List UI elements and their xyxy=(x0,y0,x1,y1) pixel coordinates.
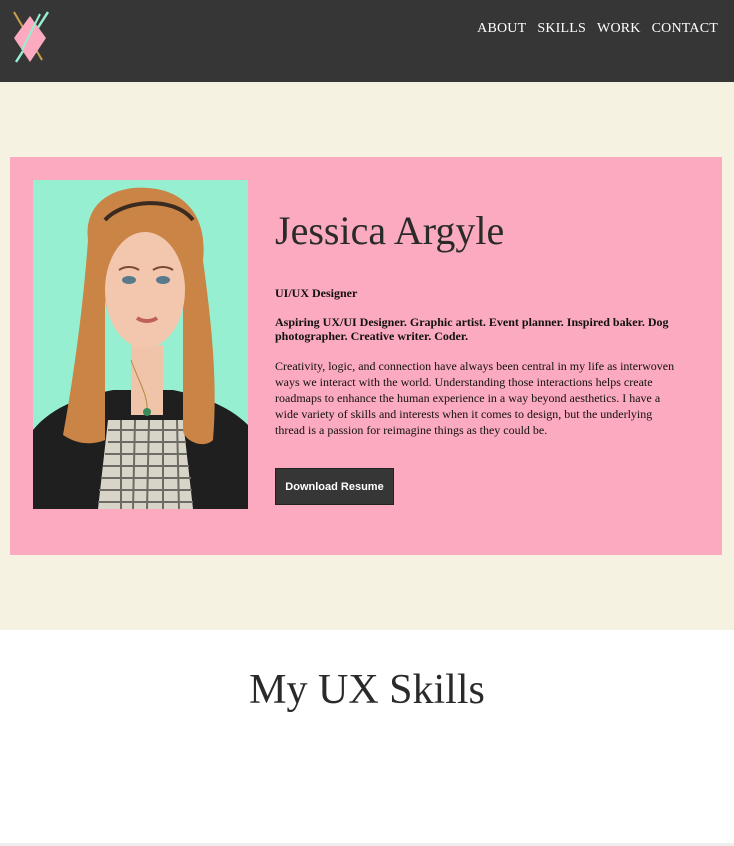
argyle-logo-icon[interactable] xyxy=(10,10,52,66)
nav-contact[interactable]: CONTACT xyxy=(652,21,718,37)
profile-name: Jessica Argyle xyxy=(275,208,505,253)
skills-section: My UX Skills xyxy=(0,630,734,844)
profile-tagline: Aspiring UX/UI Designer. Graphic artist.… xyxy=(275,315,669,343)
main-nav: ABOUT SKILLS WORK CONTACT xyxy=(477,21,718,37)
nav-skills[interactable]: SKILLS xyxy=(537,21,586,37)
site-header: ABOUT SKILLS WORK CONTACT xyxy=(0,0,734,82)
profile-info: Jessica Argyle UI/UX Designer Aspiring U… xyxy=(275,207,685,438)
profile-card: Jessica Argyle UI/UX Designer Aspiring U… xyxy=(10,157,722,555)
portrait-illustration xyxy=(33,180,248,509)
skills-heading: My UX Skills xyxy=(249,667,485,713)
profile-photo xyxy=(33,180,248,509)
profile-role: UI/UX Designer xyxy=(275,286,358,300)
profile-bio: Creativity, logic, and connection have a… xyxy=(275,359,675,437)
hero-section: Jessica Argyle UI/UX Designer Aspiring U… xyxy=(0,82,734,630)
nav-about[interactable]: ABOUT xyxy=(477,21,526,37)
download-resume-button[interactable]: Download Resume xyxy=(275,468,394,505)
nav-work[interactable]: WORK xyxy=(597,21,641,37)
